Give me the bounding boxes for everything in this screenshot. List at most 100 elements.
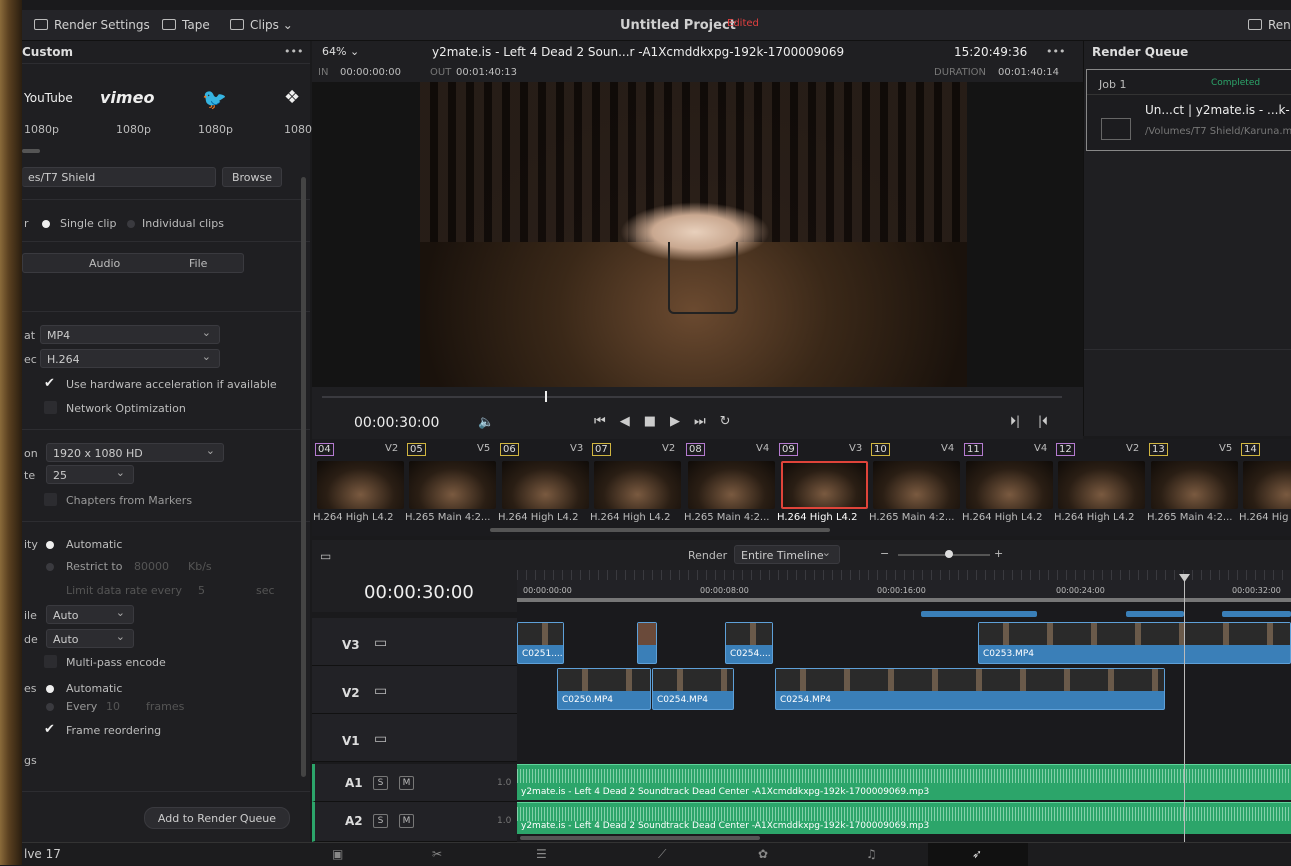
format-dropdown[interactable]: MP4 (40, 325, 220, 344)
scrubber-handle[interactable] (545, 391, 547, 402)
edit-page-icon[interactable]: ☰ (536, 847, 547, 861)
clip-thumbnail[interactable] (1151, 461, 1238, 509)
fusion-page-icon[interactable]: ⟋ (658, 847, 666, 862)
panel-scrollbar[interactable] (301, 177, 306, 777)
playhead[interactable] (1184, 574, 1185, 842)
clip-number: 07 (592, 443, 611, 456)
dropbox-icon[interactable]: ❖ (284, 87, 300, 108)
clip-thumbnail[interactable] (873, 461, 960, 509)
track-v2[interactable]: V2 ▭ (312, 666, 517, 714)
deliver-page-tab[interactable]: ➶ (928, 843, 1028, 866)
hw-accel-checkbox[interactable]: ✔ (44, 376, 55, 391)
clip-thumbnail[interactable] (688, 461, 775, 509)
clip-thumbnail[interactable] (781, 461, 868, 509)
clip-thumbnail[interactable] (1243, 461, 1291, 509)
profile-dropdown[interactable]: Auto (46, 605, 134, 624)
codec-dropdown[interactable]: H.264 (40, 349, 220, 368)
chapters-checkbox[interactable] (44, 493, 57, 506)
fairlight-page-icon[interactable]: ♫ (866, 847, 877, 861)
keyframes-auto-radio[interactable] (46, 685, 54, 693)
timeline-clip[interactable]: C0254.MP4 (652, 668, 734, 710)
multipass-checkbox[interactable] (44, 655, 57, 668)
zoom-out-icon[interactable]: − (880, 547, 889, 560)
clip-thumbnail[interactable] (317, 461, 404, 509)
mute-button[interactable]: M (399, 776, 414, 790)
resolution-dropdown[interactable]: 1920 x 1080 HD (46, 443, 224, 462)
viewer-canvas[interactable] (312, 82, 1083, 387)
frame-reordering-checkbox[interactable]: ✔ (44, 722, 55, 737)
tab-file[interactable]: File (189, 257, 207, 270)
render-settings-tab[interactable]: Render Settings (34, 18, 150, 32)
timeline-clip[interactable]: C0254.... (725, 622, 773, 664)
tape-tab[interactable]: Tape (162, 18, 210, 32)
rocket-icon: ➶ (972, 847, 983, 861)
clip-thumbnail[interactable] (502, 461, 589, 509)
desktop-background (0, 0, 22, 865)
clip-track: V5 (477, 443, 491, 454)
clip-thumbnail[interactable] (966, 461, 1053, 509)
track-video-icon[interactable]: ▭ (374, 731, 387, 747)
location-field[interactable]: es/T7 Shield (22, 167, 216, 187)
every-radio[interactable] (46, 703, 54, 711)
zoom-slider[interactable] (945, 550, 953, 558)
mute-button[interactable]: M (399, 814, 414, 828)
clip-thumbnail[interactable] (594, 461, 681, 509)
browse-button[interactable]: Browse (222, 167, 282, 187)
timeline-clip[interactable]: C0250.MP4 (557, 668, 651, 710)
zoom-in-icon[interactable]: + (994, 547, 1003, 560)
preset-vimeo[interactable]: vimeo (100, 88, 154, 107)
cut-page-icon[interactable]: ✂ (432, 847, 442, 861)
track-a1[interactable]: A1 S M 1.0 (312, 764, 517, 802)
viewer-more-icon[interactable]: ••• (1046, 45, 1065, 58)
timeline-clip[interactable]: C0251.... (517, 622, 564, 664)
track-a2[interactable]: A2 S M 1.0 (312, 802, 517, 842)
audio-clip[interactable]: y2mate.is - Left 4 Dead 2 Soundtrack Dea… (517, 802, 1291, 834)
track-v3[interactable]: V3 ▭ (312, 618, 517, 666)
job-status: Completed (1211, 78, 1261, 88)
audio-clip[interactable]: y2mate.is - Left 4 Dead 2 Soundtrack Dea… (517, 764, 1291, 800)
track-v1[interactable]: V1 ▭ (312, 714, 517, 762)
solo-button[interactable]: S (373, 814, 388, 828)
clip-thumbnail[interactable] (409, 461, 496, 509)
clips-scrollbar[interactable] (490, 528, 830, 532)
mode-dropdown[interactable]: Auto (46, 629, 134, 648)
restrict-radio[interactable] (46, 563, 54, 571)
preset-scrollbar[interactable] (22, 149, 40, 153)
clip-track: V3 (849, 443, 863, 454)
add-to-render-queue-button[interactable]: Add to Render Queue (144, 807, 290, 829)
clip-codec: H.264 Hig (1239, 512, 1289, 523)
preset-youtube[interactable]: YouTube (24, 91, 73, 105)
individual-clips-radio[interactable] (127, 220, 135, 228)
render-queue-panel: Render Queue Job 1 Completed Un...ct | y… (1083, 41, 1291, 436)
render-job[interactable]: Job 1 Completed Un...ct | y2mate.is - ..… (1086, 69, 1291, 151)
timeline-clip[interactable] (637, 622, 657, 664)
twitter-icon[interactable]: 🐦 (202, 87, 227, 111)
network-opt-checkbox[interactable] (44, 401, 57, 414)
timeline-clip[interactable]: C0253.MP4 (978, 622, 1291, 664)
framerate-dropdown[interactable]: 25 (46, 465, 134, 484)
volume-icon[interactable]: 🔈 (478, 415, 494, 430)
timeline-scrollbar[interactable] (520, 836, 760, 840)
timeline-clip[interactable]: C0254.MP4 (775, 668, 1165, 710)
track-video-icon[interactable]: ▭ (374, 635, 387, 651)
render-range-dropdown[interactable]: Entire Timeline (734, 545, 840, 564)
track-video-icon[interactable]: ▭ (374, 683, 387, 699)
tape-icon (162, 19, 176, 30)
render-button[interactable]: Ren (1248, 18, 1291, 32)
media-page-icon[interactable]: ▣ (332, 847, 343, 861)
source-timecode[interactable]: 15:20:49:36 (954, 45, 1027, 59)
color-page-icon[interactable]: ✿ (758, 847, 768, 861)
mark-out-icon[interactable]: |⏴ (1038, 414, 1048, 429)
clip-track: V4 (1034, 443, 1048, 454)
solo-button[interactable]: S (373, 776, 388, 790)
tab-audio[interactable]: Audio (89, 257, 120, 270)
clips-tab[interactable]: Clips ⌄ (230, 18, 293, 32)
single-clip-radio[interactable] (42, 220, 50, 228)
more-icon[interactable]: ••• (284, 45, 303, 58)
zoom-dropdown[interactable]: 64% ⌄ (322, 45, 359, 58)
transport-controls[interactable]: ⏮◀■▶⏭↻ (594, 414, 745, 429)
timeline-view-icon[interactable]: ▭ (320, 549, 331, 563)
mark-in-icon[interactable]: ⏵| (1010, 414, 1020, 429)
clip-thumbnail[interactable] (1058, 461, 1145, 509)
quality-auto-radio[interactable] (46, 541, 54, 549)
